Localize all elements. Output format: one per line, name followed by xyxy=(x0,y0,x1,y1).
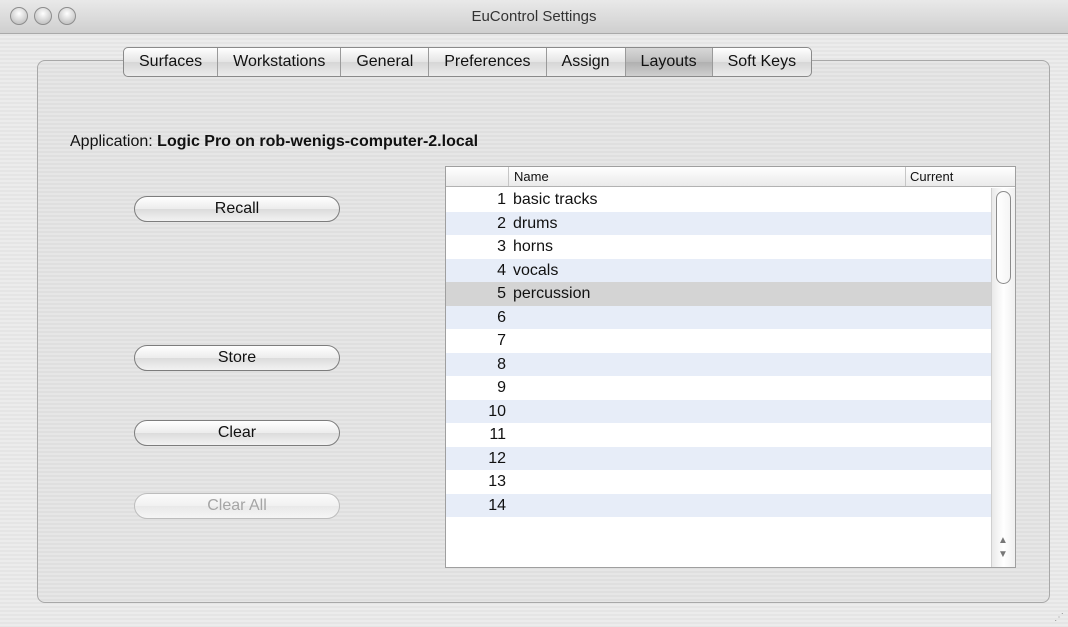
table-row[interactable]: 5 percussion xyxy=(446,282,991,306)
row-number: 13 xyxy=(488,473,506,490)
row-number: 4 xyxy=(497,261,506,279)
tab-bar: Surfaces Workstations General Preference… xyxy=(123,47,813,77)
vertical-scrollbar[interactable]: ▲ ▼ xyxy=(991,188,1015,567)
table-row[interactable]: 2 drums xyxy=(446,211,991,235)
row-number: 11 xyxy=(489,426,506,443)
row-number: 8 xyxy=(497,355,506,373)
tab-general[interactable]: General xyxy=(341,48,430,76)
column-header-current[interactable]: Current xyxy=(906,167,1015,186)
resize-grip-icon[interactable]: ⋰ xyxy=(1054,612,1064,623)
scroll-down-arrow-icon[interactable]: ▼ xyxy=(998,550,1008,560)
application-value: Logic Pro on rob-wenigs-computer-2.local xyxy=(157,133,479,150)
row-name xyxy=(510,400,991,424)
row-name: basic tracks xyxy=(513,191,598,208)
table-header: Name Current xyxy=(446,167,1015,187)
row-name xyxy=(510,423,991,447)
clear-button[interactable]: Clear xyxy=(134,420,340,446)
tab-layouts[interactable]: Layouts xyxy=(625,48,713,76)
table-row[interactable]: 13 xyxy=(446,470,991,494)
window-title: EuControl Settings xyxy=(471,8,597,25)
row-number: 1 xyxy=(497,191,506,208)
row-number: 6 xyxy=(497,308,506,326)
row-number: 7 xyxy=(497,332,506,349)
recall-button[interactable]: Recall xyxy=(134,196,340,222)
row-name xyxy=(510,447,991,471)
application-label: Application: xyxy=(70,133,153,150)
row-name: vocals xyxy=(513,261,559,279)
table-row[interactable]: 8 xyxy=(446,352,991,377)
row-name xyxy=(510,353,991,377)
table-row[interactable]: 9 xyxy=(446,376,991,400)
table-row[interactable]: 3 horns xyxy=(446,235,991,259)
row-name: horns xyxy=(513,238,554,255)
row-name xyxy=(510,494,991,518)
store-button[interactable]: Store xyxy=(134,345,340,371)
tab-assign[interactable]: Assign xyxy=(547,48,626,76)
tab-soft-keys[interactable]: Soft Keys xyxy=(713,48,811,76)
row-number: 5 xyxy=(497,285,506,302)
row-name xyxy=(510,306,991,330)
table-row[interactable]: 11 xyxy=(446,423,991,447)
tab-preferences[interactable]: Preferences xyxy=(429,48,547,76)
row-name xyxy=(510,376,991,400)
tab-workstations[interactable]: Workstations xyxy=(218,48,342,76)
table-row[interactable]: 6 xyxy=(446,305,991,330)
table-row[interactable]: 1 basic tracks xyxy=(446,188,991,212)
row-name xyxy=(510,329,991,353)
row-number: 2 xyxy=(497,214,506,232)
table-row[interactable]: 4 vocals xyxy=(446,258,991,282)
row-number: 14 xyxy=(488,496,506,514)
row-number: 12 xyxy=(488,449,506,467)
row-number: 9 xyxy=(497,379,506,396)
table-row[interactable]: 12 xyxy=(446,446,991,471)
application-line: Application: Logic Pro on rob-wenigs-com… xyxy=(70,133,478,151)
scroll-up-arrow-icon[interactable]: ▲ xyxy=(998,536,1008,546)
scrollbar-thumb[interactable] xyxy=(996,191,1011,284)
row-number: 3 xyxy=(497,238,506,255)
tab-surfaces[interactable]: Surfaces xyxy=(124,48,219,76)
clear-all-button: Clear All xyxy=(134,493,340,519)
row-name xyxy=(510,470,991,494)
column-header-number[interactable] xyxy=(446,167,509,186)
table-row[interactable]: 10 xyxy=(446,399,991,424)
column-header-name[interactable]: Name xyxy=(509,167,906,186)
table-row[interactable]: 7 xyxy=(446,329,991,353)
title-bar: EuControl Settings xyxy=(0,0,1068,34)
table-body: 1 basic tracks 2 drums 3 horns 4 vocals 5 percuss… xyxy=(446,188,991,517)
table-row[interactable]: 14 xyxy=(446,493,991,518)
layouts-table: Name Current 1 basic tracks 2 drums 3 horns 4 v… xyxy=(445,166,1016,568)
row-number: 10 xyxy=(488,402,506,420)
row-name: percussion xyxy=(513,285,591,302)
row-name: drums xyxy=(513,214,558,232)
